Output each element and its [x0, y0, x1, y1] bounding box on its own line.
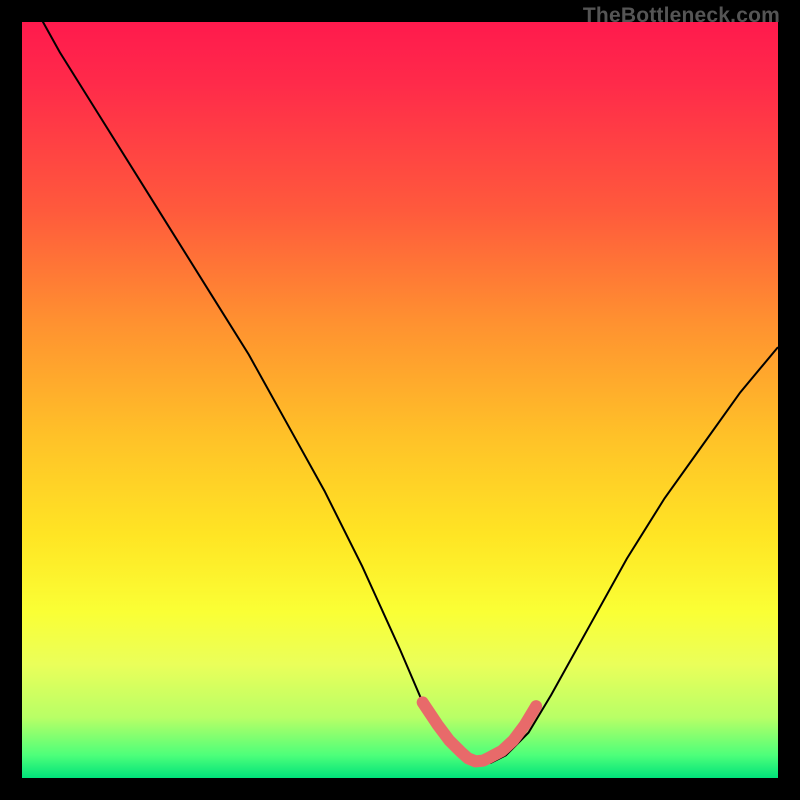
chart-stage: TheBottleneck.com [0, 0, 800, 800]
plot-area [22, 22, 778, 778]
bottleneck-curve-path [22, 22, 778, 763]
curves-svg [22, 22, 778, 778]
valley-highlight-path [423, 702, 536, 761]
